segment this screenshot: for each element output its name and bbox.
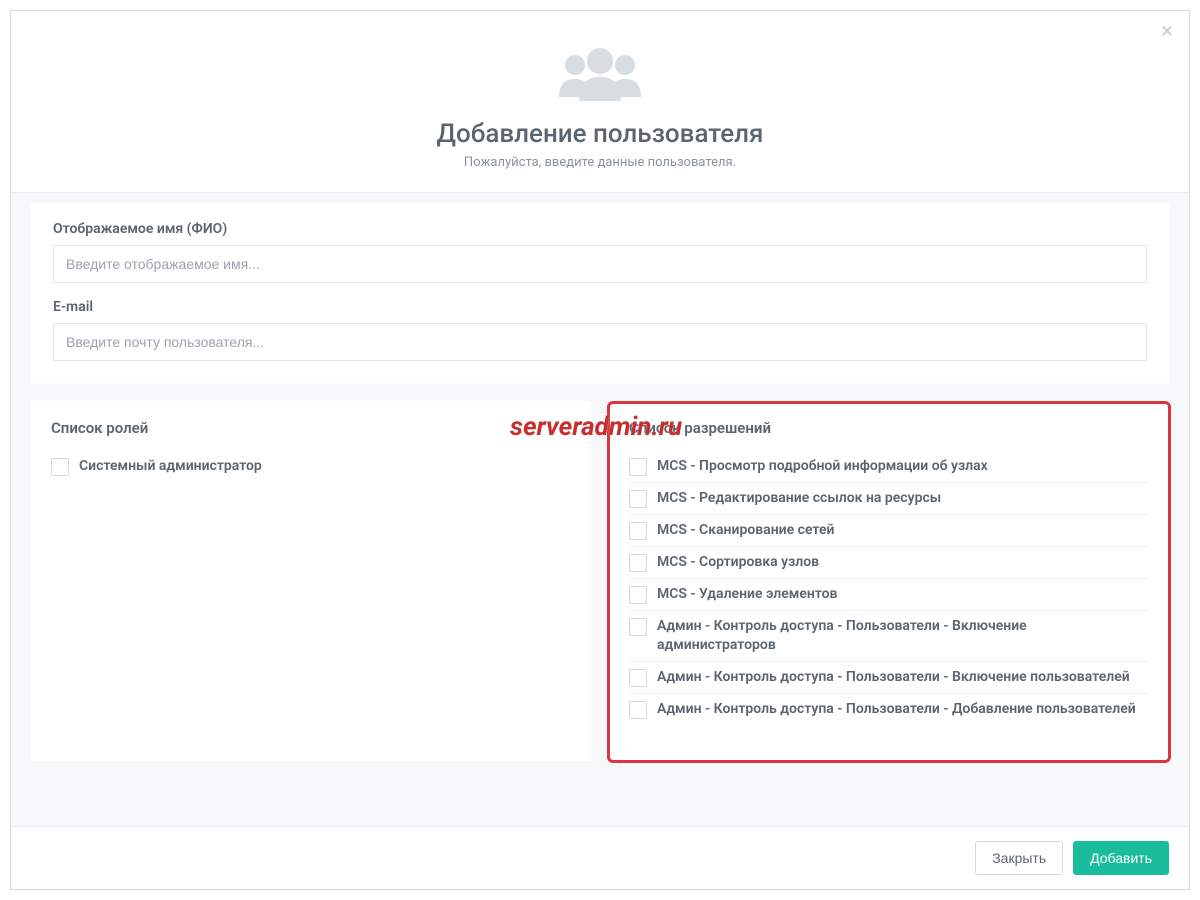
add-button[interactable]: Добавить: [1073, 841, 1169, 875]
permission-label: Админ - Контроль доступа - Пользователи …: [657, 668, 1130, 687]
cancel-button[interactable]: Закрыть: [975, 841, 1063, 875]
users-group-icon: [545, 45, 655, 109]
role-checkbox[interactable]: [51, 458, 69, 476]
list-item: MCS - Удаление элементов: [629, 579, 1149, 611]
roles-panel: Список ролей Системный администратор: [31, 401, 591, 761]
roles-title: Список ролей: [51, 419, 571, 437]
permissions-title: Список разрешений: [629, 419, 1149, 437]
email-input[interactable]: [53, 323, 1147, 361]
permission-checkbox[interactable]: [629, 701, 647, 719]
list-item: Админ - Контроль доступа - Пользователи …: [629, 694, 1149, 725]
permission-label: Админ - Контроль доступа - Пользователи …: [657, 617, 1145, 655]
permission-label: MCS - Сканирование сетей: [657, 521, 834, 540]
list-item: MCS - Редактирование ссылок на ресурсы: [629, 483, 1149, 515]
list-item: MCS - Просмотр подробной информации об у…: [629, 451, 1149, 483]
permission-label: MCS - Редактирование ссылок на ресурсы: [657, 489, 941, 508]
permission-checkbox[interactable]: [629, 490, 647, 508]
permission-label: Админ - Контроль доступа - Пользователи …: [657, 700, 1136, 719]
close-icon[interactable]: ×: [1161, 21, 1173, 43]
email-label: E-mail: [53, 299, 1147, 315]
list-item: MCS - Сортировка узлов: [629, 547, 1149, 579]
permission-label: MCS - Просмотр подробной информации об у…: [657, 457, 988, 476]
modal-footer: Закрыть Добавить: [11, 826, 1189, 889]
permission-label: MCS - Сортировка узлов: [657, 553, 819, 572]
modal-body: Отображаемое имя (ФИО) E-mail Список рол…: [11, 193, 1189, 826]
modal-header: Добавление пользователя Пожалуйста, введ…: [11, 11, 1189, 193]
permission-checkbox[interactable]: [629, 554, 647, 572]
list-item: Админ - Контроль доступа - Пользователи …: [629, 611, 1149, 662]
modal-title: Добавление пользователя: [31, 119, 1169, 149]
list-item: Админ - Контроль доступа - Пользователи …: [629, 662, 1149, 694]
permission-checkbox[interactable]: [629, 458, 647, 476]
list-item: Системный администратор: [51, 451, 571, 482]
list-item: MCS - Сканирование сетей: [629, 515, 1149, 547]
user-fields-card: Отображаемое имя (ФИО) E-mail: [31, 203, 1169, 383]
add-user-modal: × Добавление пользователя Пожалуйста, вв…: [10, 10, 1190, 890]
permission-checkbox[interactable]: [629, 618, 647, 636]
permissions-panel: Список разрешений MCS - Просмотр подробн…: [609, 401, 1169, 761]
display-name-label: Отображаемое имя (ФИО): [53, 221, 1147, 237]
display-name-input[interactable]: [53, 245, 1147, 283]
modal-subtitle: Пожалуйста, введите данные пользователя.: [31, 155, 1169, 170]
permission-checkbox[interactable]: [629, 669, 647, 687]
role-label: Системный администратор: [79, 457, 262, 476]
permission-checkbox[interactable]: [629, 586, 647, 604]
permission-label: MCS - Удаление элементов: [657, 585, 837, 604]
permissions-list[interactable]: MCS - Просмотр подробной информации об у…: [629, 451, 1149, 741]
roles-list[interactable]: Системный администратор: [51, 451, 571, 741]
roles-permissions-row: Список ролей Системный администратор Спи…: [31, 401, 1169, 761]
permission-checkbox[interactable]: [629, 522, 647, 540]
